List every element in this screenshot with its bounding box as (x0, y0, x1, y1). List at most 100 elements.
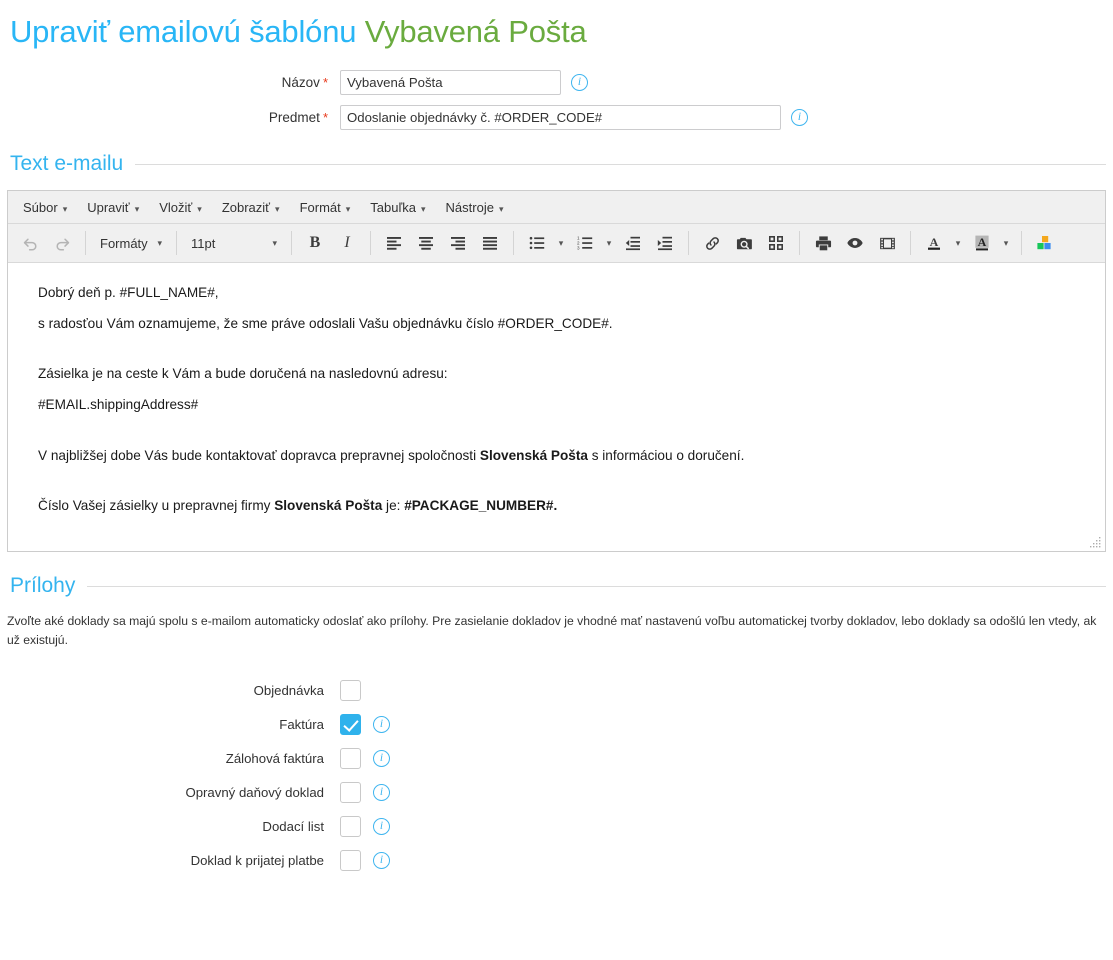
svg-text:3: 3 (577, 246, 580, 251)
attachment-row-zalohova-faktura: Zálohová faktúra i (0, 742, 1113, 776)
attachments-heading: Prílohy (10, 574, 76, 597)
page-title-template-name: Vybavená Pošta (364, 14, 587, 49)
toolbar-separator (1021, 231, 1022, 255)
link-icon[interactable] (697, 229, 727, 257)
background-color-caret[interactable]: ▾ (999, 229, 1013, 257)
bold-button[interactable]: B (300, 229, 330, 257)
predmet-label-text: Predmet (268, 110, 320, 125)
chevron-down-icon: ▾ (157, 237, 162, 248)
attachments-description: Zvoľte aké doklady sa majú spolu s e-mai… (7, 614, 1097, 647)
attachment-checkbox-zalohova-faktura[interactable] (340, 748, 361, 770)
menu-upravit[interactable]: Upraviť ▾ (78, 196, 148, 219)
menu-zobrazit[interactable]: Zobraziť ▾ (213, 196, 289, 219)
menu-subor-label: Súbor (23, 199, 58, 215)
attachment-info-icon-opravny-danovy-doklad[interactable]: i (373, 784, 390, 802)
rich-text-editor: Súbor ▾ Upraviť ▾ Vložiť ▾ Zobraziť ▾ Formát… (7, 190, 1106, 552)
text-color-icon[interactable]: A (919, 229, 949, 257)
attachment-label-dodaci-list: Dodací list (262, 819, 324, 835)
align-center-icon[interactable] (411, 229, 441, 257)
attachment-checkbox-faktura[interactable] (340, 714, 361, 736)
chevron-down-icon: ▾ (197, 203, 202, 214)
nazov-label: Názov * (0, 75, 340, 90)
italic-button[interactable]: I (332, 229, 362, 257)
menu-upravit-label: Upraviť (87, 199, 130, 215)
menu-nastroje[interactable]: Nástroje ▾ (437, 196, 513, 219)
grid-insert-icon[interactable] (761, 229, 791, 257)
menu-format[interactable]: Formát ▾ (291, 196, 360, 219)
menu-format-label: Formát (299, 199, 341, 215)
text-color-caret[interactable]: ▾ (951, 229, 965, 257)
chevron-down-icon: ▾ (345, 203, 351, 214)
editor-resize-handle[interactable] (1090, 536, 1102, 548)
email-body-line-5-part-c: s informáciou o doručení. (587, 447, 745, 463)
section-divider-line (87, 585, 1106, 587)
chevron-down-icon: ▾ (498, 203, 504, 214)
email-body-line-3: Zásielka je na ceste k Vám a bude doruče… (38, 366, 448, 382)
color-blocks-icon[interactable] (1030, 229, 1060, 257)
email-body-gap (38, 344, 1105, 354)
media-film-icon[interactable] (872, 229, 902, 257)
email-body-line-6-part-a: Číslo Vašej zásielky u prepravnej firmy (38, 498, 275, 514)
nazov-input[interactable] (340, 70, 561, 95)
attachment-info-icon-zalohova-faktura[interactable]: i (373, 750, 390, 768)
predmet-required-mark: * (322, 110, 328, 125)
preview-eye-icon[interactable] (840, 229, 870, 257)
attachment-info-icon-doklad-k-prijatej-platbe[interactable]: i (373, 852, 390, 870)
attachment-checkbox-objednavka[interactable] (340, 680, 361, 702)
email-body-line-5-part-a: V najbližšej dobe Vás bude kontaktovať d… (38, 447, 480, 463)
chevron-down-icon: ▾ (272, 237, 277, 248)
numbered-list-icon[interactable]: 123 (570, 229, 600, 257)
attachment-label-objednavka: Objednávka (253, 683, 324, 699)
attachment-checkbox-opravny-danovy-doklad[interactable] (340, 782, 361, 804)
predmet-info-icon[interactable]: i (791, 109, 808, 126)
image-search-icon[interactable] (729, 229, 759, 257)
toolbar-separator (291, 231, 292, 255)
align-left-icon[interactable] (379, 229, 409, 257)
fontsize-dropdown[interactable]: 11pt ▾ (184, 229, 284, 257)
chevron-down-icon: ▾ (275, 203, 280, 214)
predmet-label: Predmet * (0, 110, 340, 125)
menu-tabulka[interactable]: Tabuľka ▾ (361, 196, 434, 219)
formats-dropdown-label: Formáty (100, 235, 148, 251)
email-body-line-2: s radosťou Vám oznamujeme, že sme práve … (38, 315, 613, 331)
form-row-nazov: Názov* i (0, 70, 1113, 95)
toolbar-separator (513, 231, 514, 255)
background-color-icon[interactable]: A (967, 229, 997, 257)
attachment-row-opravny-danovy-doklad: Opravný daňový doklad i (0, 776, 1113, 810)
email-text-heading: Text e-mailu (10, 152, 124, 175)
attachment-label-opravny-danovy-doklad: Opravný daňový doklad (185, 785, 324, 801)
nazov-required-mark: * (322, 75, 328, 90)
redo-icon[interactable] (47, 229, 77, 257)
bullet-list-icon[interactable] (522, 229, 552, 257)
menu-vlozit[interactable]: Vložiť ▾ (150, 196, 211, 219)
attachment-checkbox-doklad-k-prijatej-platbe[interactable] (340, 850, 361, 872)
undo-icon[interactable] (15, 229, 45, 257)
formats-dropdown[interactable]: Formáty ▾ (93, 229, 169, 257)
nazov-info-icon[interactable]: i (571, 74, 588, 91)
editor-content-area[interactable]: Dobrý deň p. #FULL_NAME#, s radosťou Vám… (8, 263, 1105, 551)
attachment-row-dodaci-list: Dodací list i (0, 810, 1113, 844)
predmet-input[interactable] (340, 105, 781, 130)
email-body-line-4: #EMAIL.shippingAddress# (38, 396, 199, 412)
attachment-label-zalohova-faktura: Zálohová faktúra (225, 751, 324, 767)
form-row-predmet: Predmet* i (0, 105, 1113, 130)
numbered-list-caret[interactable]: ▾ (602, 229, 616, 257)
outdent-icon[interactable] (618, 229, 648, 257)
email-body-line-1: Dobrý deň p. #FULL_NAME#, (38, 285, 219, 300)
indent-icon[interactable] (650, 229, 680, 257)
email-body-gap (38, 476, 1105, 486)
toolbar-separator (799, 231, 800, 255)
print-icon[interactable] (808, 229, 838, 257)
attachment-info-icon-faktura[interactable]: i (373, 716, 390, 734)
email-body-gap (38, 426, 1105, 436)
align-right-icon[interactable] (443, 229, 473, 257)
chevron-down-icon: ▾ (606, 237, 612, 248)
chevron-down-icon: ▾ (134, 203, 140, 214)
align-justify-icon[interactable] (475, 229, 505, 257)
bullet-list-caret[interactable]: ▾ (554, 229, 568, 257)
toolbar-separator (688, 231, 689, 255)
attachment-checkbox-dodaci-list[interactable] (340, 816, 361, 838)
attachment-info-icon-dodaci-list[interactable]: i (373, 818, 390, 836)
menu-subor[interactable]: Súbor ▾ (14, 196, 76, 219)
nazov-label-text: Názov (281, 75, 320, 90)
